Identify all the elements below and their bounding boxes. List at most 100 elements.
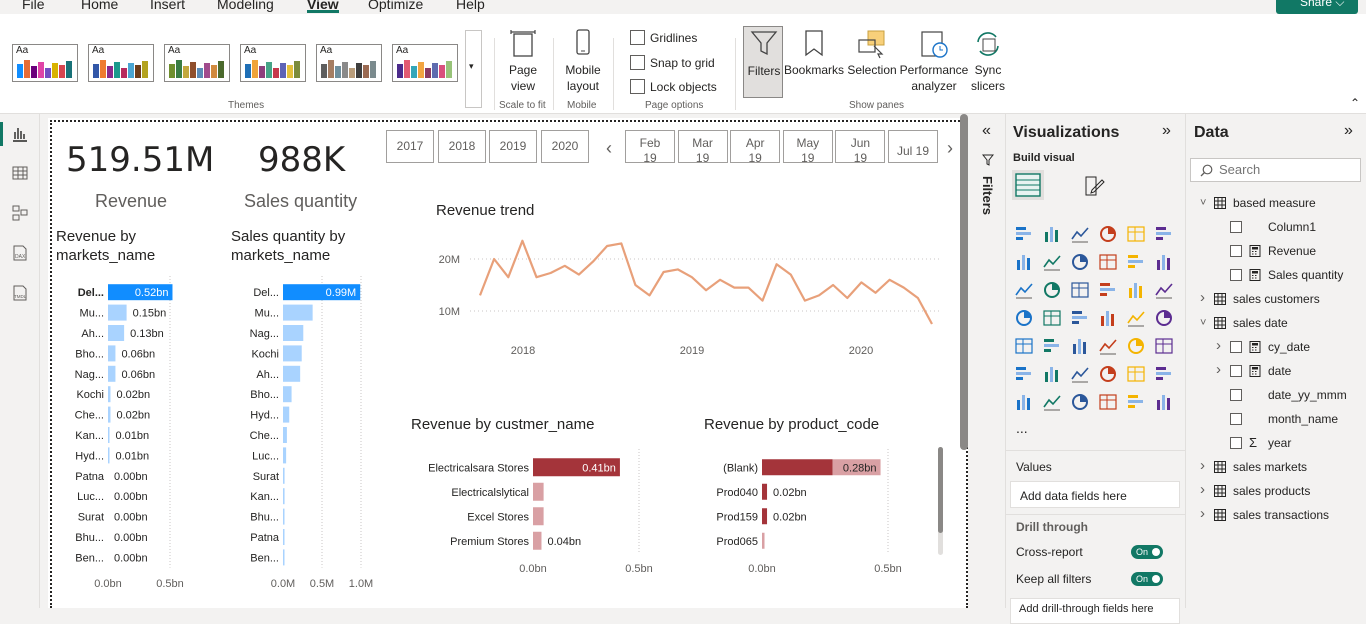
collapse-ribbon-icon[interactable]: ⌃ <box>1350 96 1360 110</box>
filters-pane-collapsed[interactable]: « Filters <box>972 114 1006 608</box>
bar[interactable] <box>283 304 313 321</box>
expand-filters-icon[interactable]: « <box>982 122 991 140</box>
format-visual-icon[interactable] <box>1082 174 1106 198</box>
more-visual-icon[interactable] <box>1154 392 1174 412</box>
bar[interactable] <box>108 386 111 403</box>
chevron-right-icon[interactable]: › <box>1216 361 1221 379</box>
share-button[interactable]: Share ⌵ <box>1276 0 1358 14</box>
field-node[interactable]: month_name <box>1186 410 1364 428</box>
bar[interactable] <box>283 549 285 566</box>
clustered-column-chart-icon[interactable] <box>1098 224 1118 244</box>
bar[interactable] <box>533 507 544 526</box>
line-clustered-column-chart-icon[interactable] <box>1154 252 1174 272</box>
table-node[interactable]: › sales transactions <box>1186 505 1364 524</box>
bar[interactable] <box>108 447 110 464</box>
area-chart-icon[interactable] <box>1042 252 1062 272</box>
paginated-report-icon[interactable] <box>1014 392 1034 412</box>
field-node[interactable]: Sales quantity <box>1186 266 1364 284</box>
python-visual-icon[interactable] <box>1014 364 1034 384</box>
kpi-icon[interactable] <box>1042 336 1062 356</box>
chevron-down-icon[interactable]: ˅ <box>1200 194 1206 212</box>
bar[interactable] <box>762 459 833 476</box>
add-values-field-well[interactable]: Add data fields here <box>1010 481 1180 508</box>
100-bar-chart-icon[interactable] <box>1126 224 1146 244</box>
gauge-icon[interactable] <box>1126 308 1146 328</box>
decomposition-tree-icon[interactable] <box>1070 364 1090 384</box>
line-column-chart-icon[interactable] <box>1126 252 1146 272</box>
chevron-right-icon[interactable]: › <box>1200 289 1205 307</box>
field-checkbox[interactable] <box>1230 437 1242 449</box>
chevron-right-icon[interactable]: › <box>1200 481 1205 499</box>
slicer-icon[interactable] <box>1070 336 1090 356</box>
bar[interactable] <box>108 345 116 362</box>
product-chart-scrollbar[interactable] <box>938 447 943 555</box>
bar[interactable] <box>108 304 127 321</box>
line-chart-icon[interactable] <box>1014 252 1034 272</box>
ribbon-chart-icon[interactable] <box>1014 280 1034 300</box>
drill-through-field-well[interactable]: Add drill-through fields here <box>1010 598 1180 624</box>
azure-map-icon[interactable] <box>1098 308 1118 328</box>
bar[interactable] <box>283 386 292 403</box>
scatter-chart-icon[interactable] <box>1098 280 1118 300</box>
bar[interactable] <box>762 508 768 525</box>
bar[interactable] <box>283 365 301 382</box>
chevron-right-icon[interactable]: › <box>1216 337 1221 355</box>
map-icon[interactable] <box>1042 308 1062 328</box>
revenue-trend-line[interactable] <box>478 239 933 325</box>
table-node[interactable]: › sales products <box>1186 481 1364 500</box>
stacked-column-chart-icon[interactable] <box>1042 224 1062 244</box>
bar[interactable] <box>283 406 290 423</box>
field-checkbox[interactable] <box>1230 221 1242 233</box>
field-checkbox[interactable] <box>1230 389 1242 401</box>
key-influencers-icon[interactable] <box>1042 364 1062 384</box>
chevron-right-icon[interactable]: › <box>1200 457 1205 475</box>
table-node[interactable]: ˅ based measure <box>1186 194 1364 212</box>
filled-map-icon[interactable] <box>1070 308 1090 328</box>
bar[interactable] <box>533 482 544 501</box>
pie-chart-icon[interactable] <box>1126 280 1146 300</box>
field-node[interactable]: › cy_date <box>1186 337 1364 356</box>
r-visual-icon[interactable] <box>1154 336 1174 356</box>
field-node[interactable]: Σyear <box>1186 434 1364 452</box>
bar[interactable] <box>283 447 287 464</box>
goals-icon[interactable] <box>1154 364 1174 384</box>
donut-chart-icon[interactable] <box>1154 280 1174 300</box>
bar[interactable] <box>108 406 111 423</box>
field-checkbox[interactable] <box>1230 269 1242 281</box>
keep-filters-toggle[interactable]: On <box>1131 572 1163 586</box>
clustered-bar-chart-icon[interactable] <box>1070 224 1090 244</box>
field-node[interactable]: › date <box>1186 361 1364 380</box>
treemap-icon[interactable] <box>1014 308 1034 328</box>
more-visuals-button[interactable]: ... <box>1016 420 1028 436</box>
table-node[interactable]: › sales markets <box>1186 457 1364 476</box>
bar[interactable] <box>283 467 285 484</box>
100-area-chart-icon[interactable] <box>1098 252 1118 272</box>
bar[interactable] <box>283 508 285 525</box>
chevron-down-icon[interactable]: ˅ <box>1200 314 1206 332</box>
table-node[interactable]: ˅ sales date <box>1186 314 1364 332</box>
field-node[interactable]: Column1 <box>1186 218 1364 236</box>
bar[interactable] <box>283 325 304 341</box>
power-automate-icon[interactable] <box>1098 392 1118 412</box>
power-apps-icon[interactable] <box>1070 392 1090 412</box>
search-box[interactable] <box>1190 158 1361 182</box>
bar[interactable] <box>108 427 110 443</box>
field-checkbox[interactable] <box>1230 365 1242 377</box>
search-input[interactable] <box>1219 162 1354 177</box>
table-node[interactable]: › sales customers <box>1186 289 1364 308</box>
collapse-visualizations-icon[interactable]: » <box>1162 122 1171 140</box>
bar[interactable] <box>283 529 285 545</box>
narrative-icon[interactable] <box>1126 364 1146 384</box>
bar[interactable] <box>108 365 116 382</box>
field-checkbox[interactable] <box>1230 341 1242 353</box>
qa-icon[interactable] <box>1098 364 1118 384</box>
field-checkbox[interactable] <box>1230 413 1242 425</box>
multi-row-card-icon[interactable] <box>1014 336 1034 356</box>
bar[interactable] <box>283 427 287 443</box>
chevron-right-icon[interactable]: › <box>1200 505 1205 523</box>
bar[interactable] <box>108 325 125 341</box>
field-node[interactable]: Revenue <box>1186 242 1364 260</box>
stacked-area-chart-icon[interactable] <box>1070 252 1090 272</box>
stacked-bar-chart-icon[interactable] <box>1014 224 1034 244</box>
collapse-data-pane-icon[interactable]: » <box>1344 122 1353 140</box>
